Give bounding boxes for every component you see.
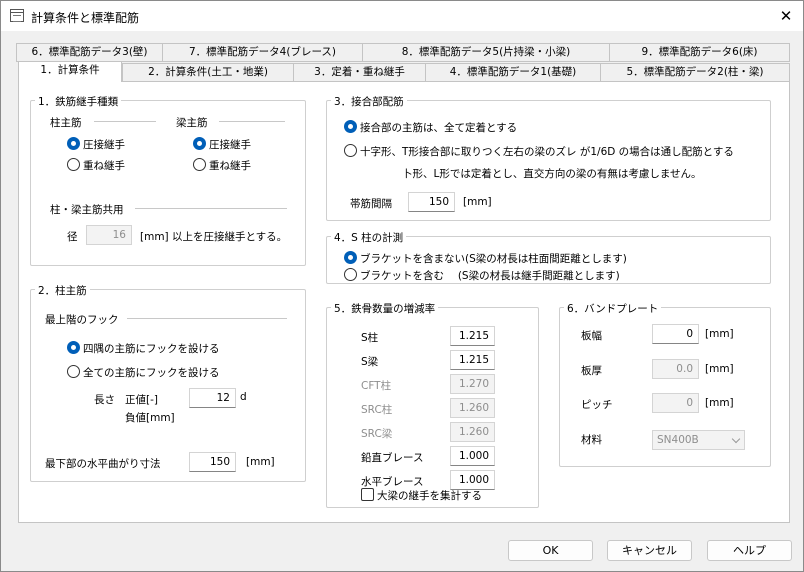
joint-through-radio[interactable] <box>344 144 357 157</box>
plate-width-label: 板幅 <box>581 330 602 342</box>
joint-through-note: 卜形、L形では定着とし、直交方向の梁の有無は考慮しません。 <box>402 168 702 180</box>
group-s-column-measure-title: 4．S 柱の計測 <box>331 230 407 245</box>
group-joint-type-title: 1．鉄筋継手種類 <box>35 94 122 109</box>
girder-joint-checkbox[interactable] <box>361 488 374 501</box>
beam-pressure-weld-radio[interactable] <box>193 137 206 150</box>
joint-anchor-all-radio[interactable] <box>344 120 357 133</box>
top-floor-hook-heading: 最上階のフック <box>45 314 119 326</box>
beam-lap-joint-label[interactable]: 重ね継手 <box>209 158 251 173</box>
shared-rebar-heading: 柱・梁主筋共用 <box>50 204 124 216</box>
beam-rebar-heading: 梁主筋 <box>176 117 208 129</box>
plate-thickness-label: 板厚 <box>581 365 602 377</box>
tab-anchorage-lap[interactable]: 3．定着・重ね継手 <box>293 63 426 82</box>
title-bar: 計算条件と標準配筋 ✕ <box>1 1 803 31</box>
steel-rate-label: SRC梁 <box>361 428 393 440</box>
hook-length-unit: d <box>240 391 247 403</box>
divider <box>219 121 285 122</box>
length-label: 長さ <box>94 394 115 406</box>
hook-corner-radio[interactable] <box>67 341 80 354</box>
include-bracket-radio[interactable] <box>344 268 357 281</box>
joint-through-label[interactable]: 十字形、T形接合部に取りつく左右の梁のズレ が1/6D の場合は通し配筋とする <box>360 144 734 159</box>
group-joint-reinforcement <box>326 100 771 221</box>
steel-rate-input[interactable]: 1.270 <box>450 374 495 394</box>
joint-anchor-all-label[interactable]: 接合部の主筋は、全て定着とする <box>360 120 517 135</box>
tab-calc-earthwork[interactable]: 2．計算条件(土工・地業) <box>122 63 294 82</box>
bottom-bend-input[interactable]: 150 <box>189 452 236 472</box>
stirrup-spacing-input[interactable]: 150 <box>408 192 455 212</box>
help-button[interactable]: ヘルプ <box>707 540 792 561</box>
steel-rate-input[interactable]: 1.260 <box>450 422 495 442</box>
steel-rate-label: SRC柱 <box>361 404 393 416</box>
steel-rate-label: 鉛直ブレース <box>361 452 424 464</box>
plate-pitch-input[interactable]: 0 <box>652 393 699 413</box>
steel-rate-label: CFT柱 <box>361 380 392 392</box>
stirrup-spacing-unit: [mm] <box>463 196 492 208</box>
tab-rebar-floor[interactable]: 9．標準配筋データ6(床) <box>609 43 790 62</box>
diameter-unit: [mm] 以上を圧接継手とする。 <box>140 231 288 243</box>
cancel-button[interactable]: キャンセル <box>607 540 692 561</box>
diameter-label: 径 <box>67 231 78 243</box>
material-select[interactable]: SN400B <box>652 430 745 450</box>
window-title: 計算条件と標準配筋 <box>31 11 140 25</box>
material-label: 材料 <box>581 434 602 446</box>
material-value: SN400B <box>657 434 699 446</box>
tab-rebar-cantilever[interactable]: 8．標準配筋データ5(片持梁・小梁) <box>362 43 610 62</box>
steel-rate-input[interactable]: 1.000 <box>450 470 495 490</box>
beam-lap-joint-radio[interactable] <box>193 158 206 171</box>
column-rebar-heading: 柱主筋 <box>50 117 82 129</box>
tab-rebar-column-beam[interactable]: 5．標準配筋データ2(柱・梁) <box>600 63 790 82</box>
steel-rate-input[interactable]: 1.215 <box>450 350 495 370</box>
diameter-input[interactable]: 16 <box>86 225 132 245</box>
plate-width-input[interactable]: 0 <box>652 324 699 344</box>
hook-corner-label[interactable]: 四隅の主筋にフックを設ける <box>83 341 220 356</box>
steel-rate-input[interactable]: 1.215 <box>450 326 495 346</box>
tab-calc-conditions[interactable]: 1．計算条件 <box>18 61 122 82</box>
negative-value-label: 負値[mm] <box>125 412 175 424</box>
close-icon[interactable]: ✕ <box>772 5 800 27</box>
column-pressure-weld-label[interactable]: 圧接継手 <box>83 137 125 152</box>
tab-rebar-brace[interactable]: 7．標準配筋データ4(ブレース) <box>162 43 363 62</box>
group-steel-rate <box>326 307 539 508</box>
positive-value-label: 正値[-] <box>125 394 158 406</box>
divider <box>135 208 287 209</box>
column-pressure-weld-radio[interactable] <box>67 137 80 150</box>
bottom-bend-unit: [mm] <box>246 456 275 468</box>
column-lap-joint-label[interactable]: 重ね継手 <box>83 158 125 173</box>
tab-rebar-foundation[interactable]: 4．標準配筋データ1(基礎) <box>425 63 601 82</box>
bottom-bend-label: 最下部の水平曲がり寸法 <box>45 458 161 470</box>
exclude-bracket-radio[interactable] <box>344 251 357 264</box>
plate-thickness-unit: [mm] <box>705 363 734 375</box>
exclude-bracket-label[interactable]: ブラケットを含まない(S梁の材長は柱面間距離とします) <box>360 251 627 266</box>
hook-all-radio[interactable] <box>67 365 80 378</box>
steel-rate-label: S梁 <box>361 356 379 368</box>
plate-thickness-input[interactable]: 0.0 <box>652 359 699 379</box>
steel-rate-label: S柱 <box>361 332 379 344</box>
stirrup-spacing-label: 帯筋間隔 <box>350 198 392 210</box>
plate-width-unit: [mm] <box>705 328 734 340</box>
steel-rate-input[interactable]: 1.260 <box>450 398 495 418</box>
plate-pitch-label: ピッチ <box>581 399 613 411</box>
steel-rate-input[interactable]: 1.000 <box>450 446 495 466</box>
divider <box>94 121 156 122</box>
column-lap-joint-radio[interactable] <box>67 158 80 171</box>
include-bracket-label[interactable]: ブラケットを含む (S梁の材長は継手間距離とします) <box>360 268 620 283</box>
chevron-down-icon <box>731 434 741 444</box>
steel-rate-label: 水平ブレース <box>361 476 424 488</box>
group-joint-reinforcement-title: 3．接合部配筋 <box>331 94 407 109</box>
group-column-rebar-title: 2．柱主筋 <box>35 283 90 298</box>
hook-length-input[interactable]: 12 <box>189 388 236 408</box>
dialog-window: 計算条件と標準配筋 ✕ 6．標準配筋データ3(壁) 7．標準配筋データ4(ブレー… <box>0 0 804 572</box>
group-steel-rate-title: 5．鉄骨数量の増減率 <box>331 301 439 316</box>
beam-pressure-weld-label[interactable]: 圧接継手 <box>209 137 251 152</box>
hook-all-label[interactable]: 全ての主筋にフックを設ける <box>83 365 220 380</box>
divider <box>127 318 287 319</box>
tab-rebar-wall[interactable]: 6．標準配筋データ3(壁) <box>16 43 163 62</box>
girder-joint-label[interactable]: 大梁の継手を集計する <box>377 488 482 503</box>
ok-button[interactable]: OK <box>508 540 593 561</box>
app-icon <box>10 9 24 22</box>
plate-pitch-unit: [mm] <box>705 397 734 409</box>
group-band-plate-title: 6．バンドプレート <box>564 301 662 316</box>
